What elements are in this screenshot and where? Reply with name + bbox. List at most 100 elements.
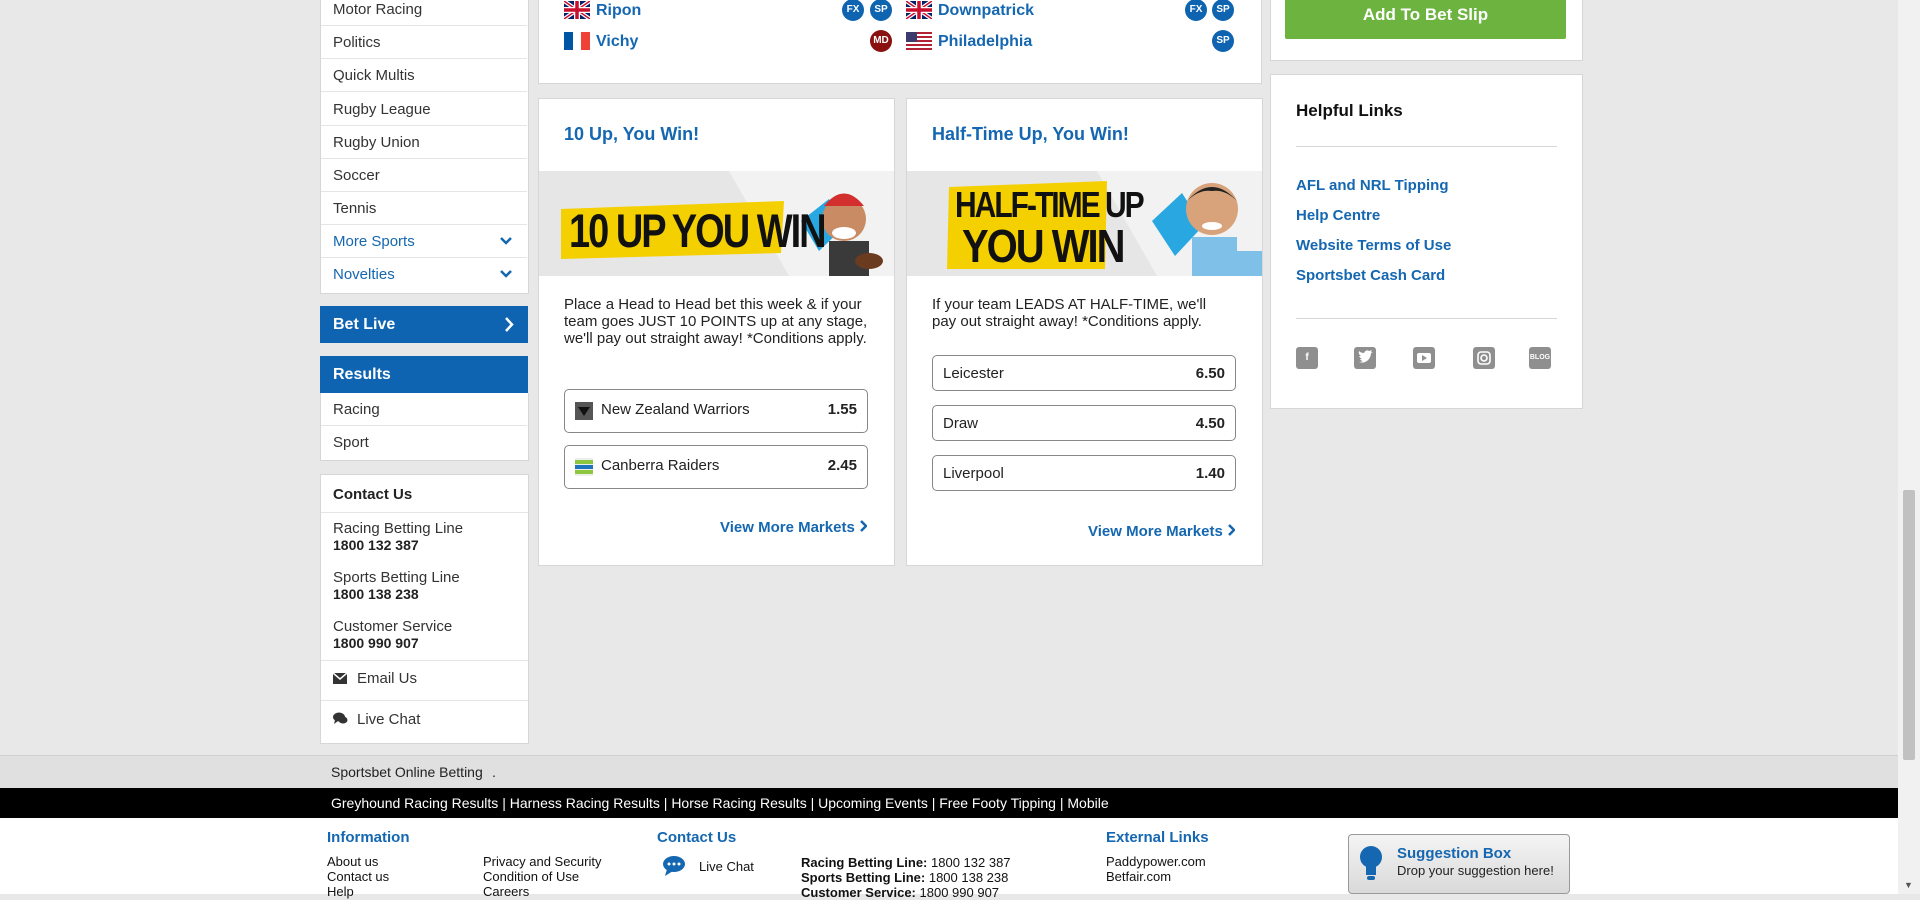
sidebar-item-quick-multis[interactable]: Quick Multis (321, 59, 527, 92)
sidebar-item-politics[interactable]: Politics (321, 26, 527, 59)
race-link-downpatrick[interactable]: Downpatrick (938, 2, 1034, 20)
selection-name: Liverpool (943, 465, 1004, 482)
promo-banner-10-up[interactable]: 10 UP YOU WIN (539, 171, 894, 276)
sidebar-item-more-sports[interactable]: More Sports (321, 225, 527, 258)
selection-price: 1.40 (1195, 465, 1225, 482)
selection-name: Canberra Raiders (601, 457, 720, 474)
email-us-label: Email Us (357, 670, 418, 687)
footer-racing-line-label: Racing Betting Line: (801, 855, 928, 870)
next-races-panel: Ripon FX SP Downpatrick FX SP Vichy MD P… (538, 0, 1262, 84)
contact-panel: Contact Us Racing Betting Line 1800 132 … (320, 474, 529, 744)
selection-button-canberra-raiders[interactable]: Canberra Raiders 2.45 (564, 445, 868, 489)
footer-brand-bar: Sportsbet Online Betting . (0, 755, 1898, 788)
selection-price: 4.50 (1195, 415, 1225, 432)
footer-racing-line: Racing Betting Line: 1800 132 387 (801, 855, 1011, 870)
footer-link-conditions[interactable]: Condition of Use (483, 869, 579, 884)
footer-contact-title: Contact Us (657, 829, 737, 846)
bet-live-button[interactable]: Bet Live (320, 306, 528, 343)
email-us-link[interactable]: Email Us (332, 670, 418, 688)
twitter-icon[interactable] (1354, 347, 1376, 369)
sidebar-item-rugby-union[interactable]: Rugby Union (321, 126, 527, 159)
footer-link-help[interactable]: Help (327, 884, 354, 899)
youtube-icon[interactable] (1413, 347, 1435, 369)
footer-information-title: Information (327, 829, 410, 846)
promo-description: Place a Head to Head bet this week & if … (564, 296, 868, 347)
promo-banner-text-line2: YOU WIN (962, 221, 1126, 273)
view-more-markets-link[interactable]: View More Markets (1088, 523, 1236, 540)
chat-bubble-icon (333, 712, 348, 729)
page-scrollbar[interactable]: ▼ (1898, 0, 1920, 894)
flag-usa-icon (906, 32, 932, 50)
footer-live-chat-label: Live Chat (699, 858, 754, 874)
blog-icon[interactable]: BLOG (1529, 347, 1551, 369)
race-link-vichy[interactable]: Vichy (596, 33, 638, 51)
selection-button-liverpool[interactable]: Liverpool 1.40 (932, 455, 1236, 491)
sports-line-label: Sports Betting Line (333, 569, 460, 586)
promo-description: If your team LEADS AT HALF-TIME, we'll p… (932, 296, 1207, 330)
results-item-sport[interactable]: Sport (321, 426, 527, 459)
link-website-terms[interactable]: Website Terms of Use (1296, 237, 1451, 254)
chevron-right-icon (504, 306, 514, 357)
footer-link-paddypower[interactable]: Paddypower.com (1106, 854, 1206, 869)
selection-button-leicester[interactable]: Leicester 6.50 (932, 355, 1236, 391)
instagram-icon[interactable] (1473, 347, 1495, 369)
footer-sports-line: Sports Betting Line: 1800 138 238 (801, 870, 1008, 885)
selection-name: Leicester (943, 365, 1004, 382)
bet-slip-panel: Add To Bet Slip (1270, 0, 1583, 61)
race-link-ripon[interactable]: Ripon (596, 2, 641, 20)
results-header: Results (320, 356, 528, 393)
flag-uk-icon (904, 0, 934, 21)
sidebar-item-rugby-league[interactable]: Rugby League (321, 93, 527, 126)
facebook-icon[interactable]: f (1296, 347, 1318, 369)
promo-card-half-time-up: Half-Time Up, You Win! HALF-TIME UP YOU … (906, 98, 1263, 566)
chat-bubble-icon (663, 855, 689, 880)
sidebar-item-soccer[interactable]: Soccer (321, 159, 527, 192)
sidebar-item-motor-racing[interactable]: Motor Racing (321, 0, 527, 26)
sidebar-item-tennis[interactable]: Tennis (321, 192, 527, 225)
footer-link-betfair[interactable]: Betfair.com (1106, 869, 1171, 884)
selection-price: 1.55 (827, 401, 857, 418)
sidebar-item-novelties[interactable]: Novelties (321, 258, 527, 291)
results-panel: Racing Sport (320, 393, 529, 461)
footer-sports-line-number: 1800 138 238 (928, 870, 1009, 885)
footer-link-privacy[interactable]: Privacy and Security (483, 854, 602, 869)
footer-link-contact-us[interactable]: Contact us (327, 869, 389, 884)
link-afl-nrl-tipping[interactable]: AFL and NRL Tipping (1296, 177, 1449, 194)
link-help-centre[interactable]: Help Centre (1296, 207, 1380, 224)
footer-results-links[interactable]: Greyhound Racing Results | Harness Racin… (331, 788, 1109, 818)
chevron-down-icon (499, 258, 513, 303)
racing-line-label: Racing Betting Line (333, 520, 464, 537)
chevron-right-icon (1227, 523, 1236, 540)
flag-uk-icon (562, 0, 592, 21)
suggestion-title: Suggestion Box (1397, 845, 1512, 862)
footer-live-chat-link[interactable]: Live Chat (663, 855, 754, 880)
suggestion-box-button[interactable]: Suggestion Box Drop your suggestion here… (1348, 834, 1570, 894)
scroll-down-arrow-icon[interactable]: ▼ (1904, 880, 1913, 890)
footer-link-careers[interactable]: Careers (483, 884, 529, 899)
more-sports-label: More Sports (333, 233, 415, 250)
footer-link-about-us[interactable]: About us (327, 854, 378, 869)
link-sportsbet-cash-card[interactable]: Sportsbet Cash Card (1296, 267, 1445, 284)
scrollbar-thumb[interactable] (1903, 490, 1915, 760)
live-chat-link[interactable]: Live Chat (333, 711, 420, 729)
promo-banner-text: 10 UP YOU WIN (569, 205, 827, 259)
selection-button-draw[interactable]: Draw 4.50 (932, 405, 1236, 441)
badge-sp: SP (1212, 0, 1234, 21)
bet-live-label: Bet Live (333, 316, 396, 333)
helpful-links-title: Helpful Links (1296, 101, 1403, 120)
race-link-philadelphia[interactable]: Philadelphia (938, 33, 1032, 51)
results-item-racing[interactable]: Racing (321, 393, 527, 426)
badge-fx: FX (1185, 0, 1207, 21)
add-to-bet-slip-button[interactable]: Add To Bet Slip (1285, 0, 1566, 39)
view-more-markets-link[interactable]: View More Markets (720, 519, 868, 536)
promo-title: Half-Time Up, You Win! (932, 124, 1129, 144)
results-title: Results (333, 366, 391, 383)
badge-fx: FX (842, 0, 864, 21)
sports-line-number: 1800 138 238 (333, 586, 419, 602)
promo-card-10-up: 10 Up, You Win! 10 UP YOU WIN Place a He… (538, 98, 895, 566)
chevron-right-icon (859, 519, 868, 536)
selection-button-nz-warriors[interactable]: New Zealand Warriors 1.55 (564, 389, 868, 433)
selection-price: 2.45 (827, 457, 857, 474)
footer-brand-dot: . (492, 764, 496, 780)
promo-banner-half-time-up[interactable]: HALF-TIME UP YOU WIN (907, 171, 1262, 276)
